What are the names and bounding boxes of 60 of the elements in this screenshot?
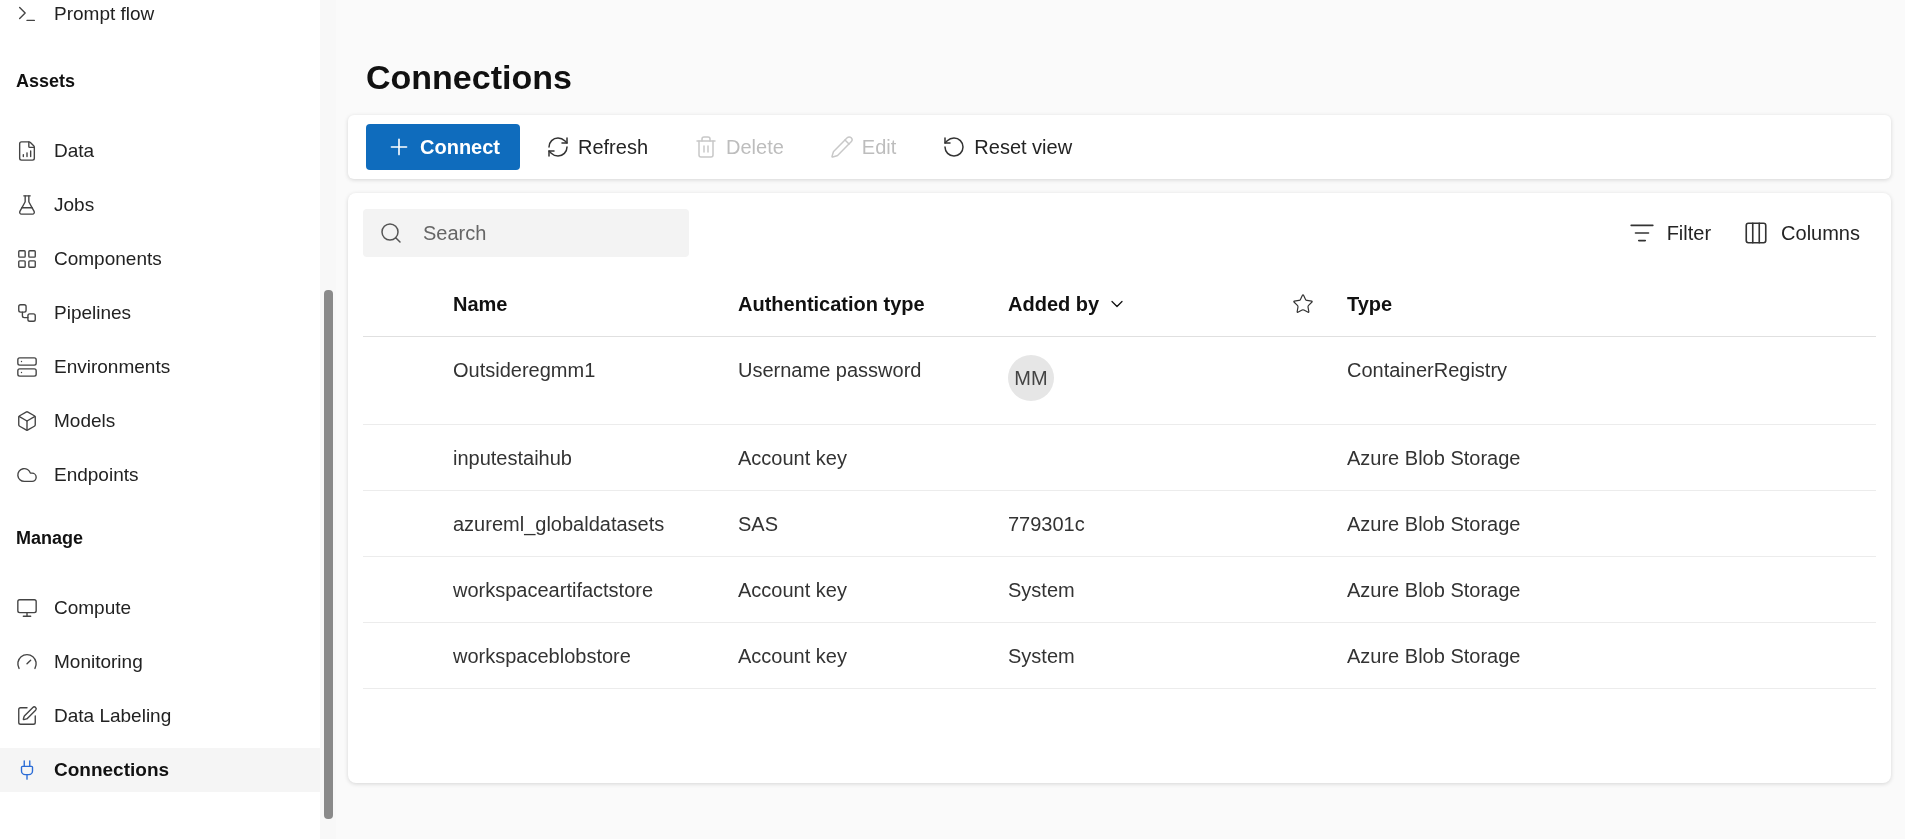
grid-icon [16, 248, 38, 270]
refresh-icon [546, 135, 570, 159]
columns-icon [1743, 220, 1770, 246]
workflow-icon [16, 302, 38, 324]
server-icon [16, 356, 38, 378]
table-cell: azureml_globaldatasets [453, 512, 665, 535]
search-field[interactable]: Search [363, 209, 689, 257]
toolbar-button[interactable]: Refresh [526, 124, 669, 170]
trash-icon [694, 135, 719, 159]
sidebar-item[interactable]: Prompt flow [0, 0, 320, 28]
sidebar-item[interactable]: Jobs [0, 183, 320, 227]
sidebar-item[interactable]: Environments [0, 345, 320, 389]
toolbar-button[interactable]: Reset view [922, 124, 1093, 170]
sidebar-item[interactable]: Monitoring [0, 640, 320, 684]
section-heading: Manage [15, 527, 85, 550]
table-cell: Outsideregmm1 [453, 359, 596, 381]
sidebar-item[interactable]: Components [0, 237, 320, 281]
column-header[interactable]: Type [1347, 288, 1876, 319]
sidebar-item[interactable]: Endpoints [0, 453, 320, 497]
table-cell: Account key [738, 578, 847, 601]
edit-icon [16, 705, 38, 727]
monitor-icon [16, 597, 38, 619]
table-cell-text: System [1008, 643, 1075, 669]
search-icon [379, 221, 403, 245]
chart-document-icon [16, 140, 38, 162]
table-cell-text: System [1008, 577, 1075, 603]
page-title: Connections [366, 57, 573, 98]
table-cell: Azure Blob Storage [1347, 512, 1521, 535]
reset-icon [942, 135, 967, 159]
table-cell: Azure Blob Storage [1347, 644, 1521, 667]
table-cell: ContainerRegistry [1347, 359, 1508, 381]
sidebar-item[interactable]: Models [0, 399, 320, 443]
table-cell: Account key [738, 644, 847, 667]
table-cell: Account key [738, 446, 847, 469]
scrollbar-thumb[interactable] [323, 290, 333, 819]
column-header[interactable]: Authentication type [738, 288, 1008, 319]
section-heading: Assets [15, 70, 77, 93]
table-action-button[interactable]: Filter [1612, 213, 1728, 253]
table-cell: inputestaihub [453, 446, 572, 469]
sidebar-item[interactable]: Pipelines [0, 291, 320, 335]
column-header[interactable]: Added by [1008, 288, 1292, 319]
table-cell: SAS [738, 512, 779, 535]
sidebar-item[interactable]: Connections [0, 748, 320, 792]
table-action-button[interactable]: Columns [1727, 213, 1876, 253]
cube-icon [16, 410, 38, 432]
sidebar-item[interactable]: Data Labeling [0, 694, 320, 738]
sidebar-item[interactable]: Compute [0, 586, 320, 630]
table-cell: Username password [738, 359, 922, 381]
star-icon[interactable] [1292, 292, 1314, 315]
column-header[interactable]: Name [453, 288, 738, 319]
pencil-icon [829, 135, 854, 159]
table-cell: workspaceartifactstore [453, 578, 654, 601]
flask-icon [16, 194, 38, 216]
table-cell: workspaceblobstore [453, 644, 631, 667]
table-cell: Azure Blob Storage [1347, 446, 1521, 469]
table-cell-text: 779301c [1008, 511, 1085, 537]
connect-button[interactable]: Connect [366, 124, 520, 170]
table-cell: Azure Blob Storage [1347, 578, 1521, 601]
avatar: MM [1008, 355, 1054, 401]
sidebar-item[interactable]: Data [0, 129, 320, 173]
